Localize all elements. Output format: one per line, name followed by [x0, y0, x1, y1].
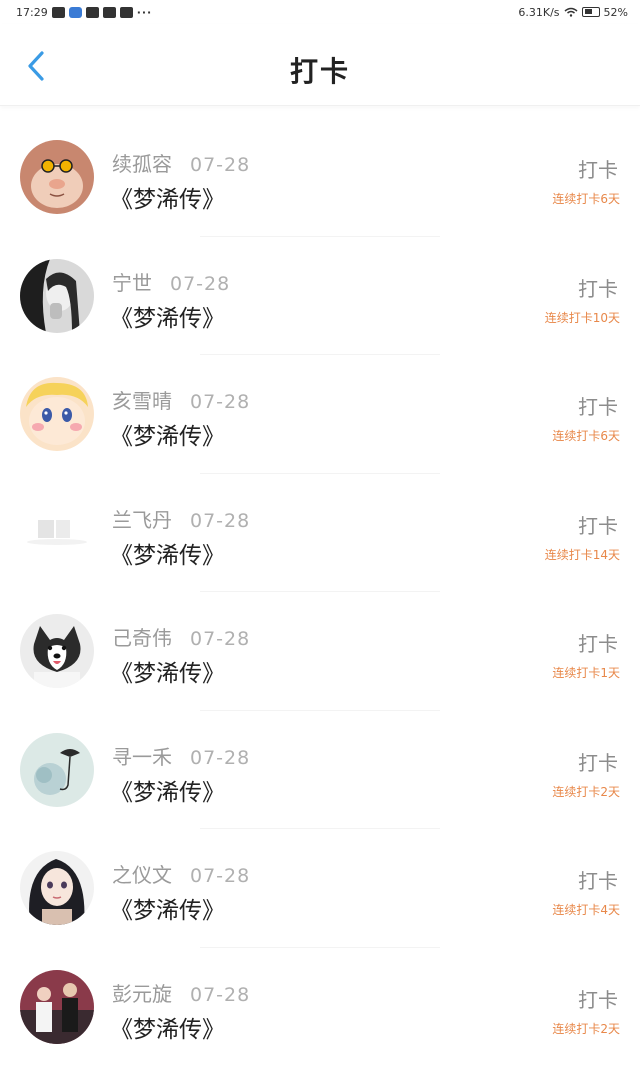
entry-date: 07-28: [190, 509, 251, 532]
checkin-button[interactable]: 打卡: [578, 628, 618, 657]
avatar[interactable]: [20, 614, 94, 688]
checkin-list: 续孤容 07-28 《梦浠传》 打卡 连续打卡6天 宁世 07-28 《梦浠传》…: [0, 118, 640, 1066]
entry-meta: 彭元旋 07-28: [112, 978, 250, 1007]
entry-date: 07-28: [190, 983, 251, 1006]
network-speed: 6.31K/s: [518, 5, 560, 19]
entry-date: 07-28: [190, 865, 251, 887]
book-title: 《梦浠传》: [110, 305, 225, 332]
book-title: 《梦浠传》: [110, 187, 225, 213]
status-time: 17:29: [16, 5, 48, 19]
user-name: 之仪文: [112, 863, 172, 887]
user-name: 寻一禾: [112, 744, 172, 769]
streak-label: 连续打卡4天: [552, 903, 620, 917]
avatar[interactable]: [20, 377, 94, 451]
entry-meta: 己奇伟 07-28: [112, 622, 250, 651]
list-item[interactable]: 宁世 07-28 《梦浠传》 打卡 连续打卡10天: [0, 237, 640, 355]
book-title: 《梦浠传》: [110, 661, 225, 687]
entry-date: 07-28: [190, 628, 251, 650]
streak-label: 连续打卡10天: [544, 310, 620, 325]
status-left: 17:29 ···: [16, 6, 152, 19]
status-right: 6.31K/s 52%: [518, 6, 628, 19]
battery-level: 52%: [603, 5, 628, 19]
book-title: 《梦浠传》: [110, 779, 225, 806]
avatar[interactable]: [20, 732, 94, 807]
battery-icon: [581, 7, 600, 17]
book-title: 《梦浠传》: [110, 1016, 225, 1043]
book-title: 《梦浠传》: [110, 898, 225, 924]
avatar[interactable]: [20, 140, 94, 214]
notification-icon: [102, 6, 116, 18]
entry-meta: 亥雪晴 07-28: [112, 385, 250, 414]
user-name: 亥雪晴: [112, 389, 172, 413]
streak-label: 连续打卡1天: [552, 666, 620, 680]
entry-meta: 宁世 07-28: [112, 267, 230, 296]
more-notifications-icon: ···: [136, 5, 153, 19]
user-name: 宁世: [112, 270, 152, 295]
list-item[interactable]: 续孤容 07-28 《梦浠传》 打卡 连续打卡6天: [0, 118, 640, 237]
streak-label: 连续打卡2天: [552, 784, 620, 799]
book-title: 《梦浠传》: [110, 424, 225, 450]
user-name: 兰飞丹: [112, 507, 172, 532]
notification-icon: [119, 6, 133, 18]
user-name: 彭元旋: [112, 981, 172, 1006]
navigation-bar: 打卡: [0, 24, 640, 106]
entry-meta: 兰飞丹 07-28: [112, 504, 250, 533]
app-notification-icon: [68, 6, 82, 18]
checkin-button[interactable]: 打卡: [578, 273, 618, 302]
entry-meta: 寻一禾 07-28: [112, 741, 250, 770]
checkin-button[interactable]: 打卡: [578, 865, 618, 894]
entry-date: 07-28: [190, 391, 251, 413]
list-item[interactable]: 之仪文 07-28 《梦浠传》 打卡 连续打卡4天: [0, 829, 640, 948]
page-title: 打卡: [289, 55, 350, 88]
entry-meta: 续孤容 07-28: [112, 148, 250, 177]
checkin-button[interactable]: 打卡: [578, 391, 618, 420]
notification-icon: [85, 6, 99, 18]
entry-meta: 之仪文 07-28: [112, 859, 250, 888]
streak-label: 连续打卡2天: [552, 1021, 620, 1036]
streak-label: 连续打卡6天: [552, 429, 620, 443]
checkin-button[interactable]: 打卡: [578, 510, 618, 539]
avatar[interactable]: [20, 258, 94, 333]
user-name: 续孤容: [112, 152, 172, 176]
streak-label: 连续打卡6天: [552, 192, 620, 206]
checkin-button[interactable]: 打卡: [578, 984, 618, 1013]
list-item[interactable]: 寻一禾 07-28 《梦浠传》 打卡 连续打卡2天: [0, 711, 640, 829]
list-item[interactable]: 己奇伟 07-28 《梦浠传》 打卡 连续打卡1天: [0, 592, 640, 711]
wifi-icon: [564, 7, 578, 17]
book-title: 《梦浠传》: [110, 542, 225, 569]
checkin-button[interactable]: 打卡: [578, 154, 618, 183]
list-item[interactable]: 彭元旋 07-28 《梦浠传》 打卡 连续打卡2天: [0, 948, 640, 1067]
checkin-button[interactable]: 打卡: [578, 747, 618, 776]
status-bar: 17:29 ··· 6.31K/s 52%: [0, 0, 640, 24]
list-item[interactable]: 亥雪晴 07-28 《梦浠传》 打卡 连续打卡6天: [0, 355, 640, 474]
streak-label: 连续打卡14天: [544, 547, 620, 562]
list-item[interactable]: 兰飞丹 07-28 《梦浠传》 打卡 连续打卡14天: [0, 474, 640, 592]
avatar[interactable]: [20, 969, 94, 1044]
avatar[interactable]: [20, 851, 94, 925]
avatar[interactable]: [20, 495, 94, 570]
user-name: 己奇伟: [112, 626, 172, 650]
entry-date: 07-28: [170, 272, 231, 295]
notification-icon: [51, 6, 65, 18]
entry-date: 07-28: [190, 746, 251, 769]
entry-date: 07-28: [190, 154, 251, 176]
